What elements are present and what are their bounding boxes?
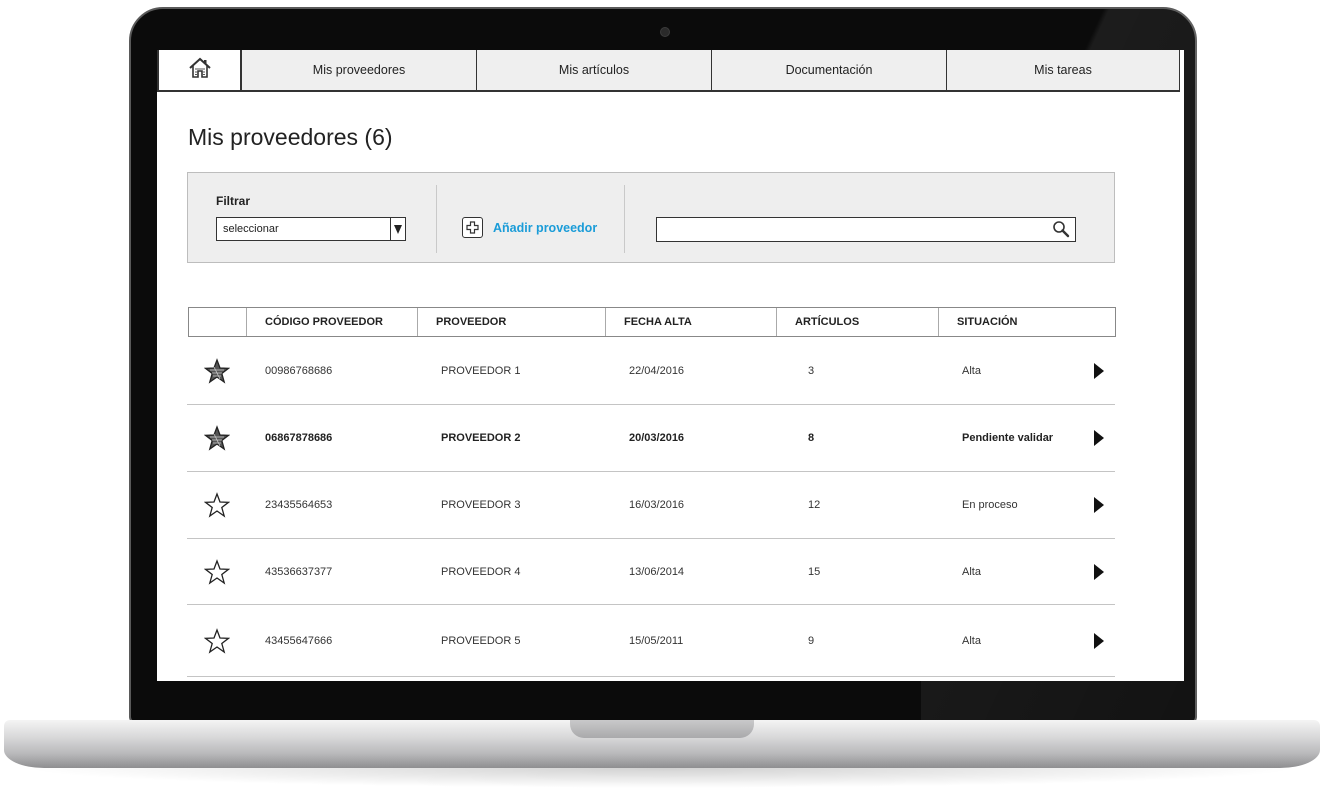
page-title: Mis proveedores (6) (188, 124, 393, 150)
tab-mis-tareas[interactable]: Mis tareas (947, 50, 1180, 90)
search-icon[interactable] (1052, 220, 1070, 238)
star-filled-icon[interactable] (204, 425, 230, 451)
dropdown-arrow-icon[interactable] (390, 218, 405, 240)
cell-articles: 8 (808, 432, 815, 444)
header-articulos: ARTÍCULOS (776, 308, 938, 336)
header-codigo: CÓDIGO PROVEEDOR (246, 308, 417, 336)
cell-name: PROVEEDOR 5 (441, 634, 521, 647)
cell-status: Alta (962, 365, 981, 377)
cell-status: Alta (962, 565, 981, 578)
header-fecha-alta: FECHA ALTA (605, 308, 776, 336)
cell-code: 43455647666 (265, 634, 333, 647)
cell-articles: 3 (808, 365, 815, 377)
header-star-column (189, 308, 246, 336)
star-outline-icon[interactable] (204, 627, 230, 654)
filter-toolbar: Filtrar seleccionar Añadir proveedor (187, 172, 1115, 263)
cell-name: PROVEEDOR 1 (441, 365, 521, 377)
star-outline-icon[interactable] (204, 558, 230, 585)
toolbar-divider (624, 185, 625, 253)
cell-date: 22/04/2016 (629, 365, 685, 377)
laptop-shadow (20, 768, 1303, 788)
cell-name: PROVEEDOR 4 (441, 565, 521, 578)
cell-name: PROVEEDOR 3 (441, 499, 521, 511)
top-navigation: Mis proveedores Mis artículos Documentac… (157, 50, 1180, 92)
tab-documentacion[interactable]: Documentación (712, 50, 947, 90)
cell-code: 06867878686 (265, 432, 333, 444)
app-screen: Mis proveedores Mis artículos Documentac… (157, 50, 1184, 681)
cell-status: Pendiente validar (962, 432, 1054, 444)
cell-status: Alta (962, 634, 981, 647)
add-provider-button[interactable]: Añadir proveedor (462, 217, 597, 238)
cell-date: 16/03/2016 (629, 499, 685, 511)
chevron-right-icon[interactable] (1093, 632, 1105, 650)
plus-icon (462, 217, 483, 238)
table-row[interactable]: 43536637377 PROVEEDOR 4 13/06/2014 15 Alta (187, 539, 1115, 605)
cell-date: 20/03/2016 (629, 432, 685, 444)
star-filled-icon[interactable] (204, 358, 230, 384)
chevron-right-icon[interactable] (1093, 362, 1105, 380)
header-proveedor: PROVEEDOR (417, 308, 605, 336)
filter-label: Filtrar (216, 194, 251, 208)
tab-label: Mis tareas (1034, 63, 1092, 77)
table-row[interactable]: 43455647666 PROVEEDOR 5 15/05/2011 9 Alta (187, 605, 1115, 677)
table-row[interactable]: 06867878686 PROVEEDOR 2 20/03/2016 8 Pendien… (187, 405, 1115, 472)
cell-date: 13/06/2014 (629, 565, 685, 578)
add-provider-label: Añadir proveedor (493, 220, 598, 235)
cell-articles: 12 (808, 499, 821, 511)
search-input[interactable] (656, 217, 1076, 242)
header-situacion: SITUACIÓN (938, 308, 1115, 336)
cell-code: 43536637377 (265, 565, 333, 578)
filter-select[interactable]: seleccionar (216, 217, 406, 241)
cell-status: En proceso (962, 499, 1018, 511)
toolbar-divider (436, 185, 437, 253)
chevron-right-icon[interactable] (1093, 429, 1105, 447)
tab-label: Mis artículos (558, 63, 630, 77)
camera (660, 27, 670, 37)
laptop-notch (570, 720, 754, 738)
chevron-right-icon[interactable] (1093, 496, 1105, 514)
table-row[interactable]: 23435564653 PROVEEDOR 3 16/03/2016 12 En pro… (187, 472, 1115, 539)
tab-mis-articulos[interactable]: Mis artículos (477, 50, 712, 90)
cell-code: 00986768686 (265, 365, 333, 377)
tab-label: Documentación (785, 63, 873, 77)
chevron-right-icon[interactable] (1093, 563, 1105, 581)
cell-articles: 9 (808, 634, 815, 647)
cell-name: PROVEEDOR 2 (441, 432, 521, 444)
tab-label: Mis proveedores (312, 63, 406, 77)
nav-home-tab[interactable] (157, 50, 242, 90)
table-row[interactable]: 00986768686 PROVEEDOR 1 22/04/2016 3 Alta (187, 338, 1115, 405)
home-icon (188, 57, 211, 78)
cell-articles: 15 (808, 565, 821, 578)
table-header: CÓDIGO PROVEEDOR PROVEEDOR FECHA ALTA AR… (188, 307, 1116, 337)
star-outline-icon[interactable] (204, 492, 230, 518)
filter-select-value: seleccionar (223, 223, 279, 235)
cell-date: 15/05/2011 (629, 634, 684, 647)
tab-mis-proveedores[interactable]: Mis proveedores (242, 50, 477, 90)
cell-code: 23435564653 (265, 499, 333, 511)
